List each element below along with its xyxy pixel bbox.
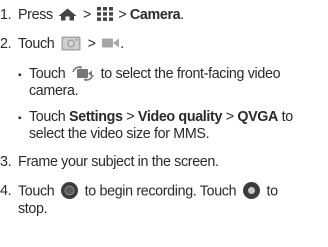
home-icon <box>58 8 77 21</box>
instructions-page: 1. Press > > Camera. 2. Touch > . ▪ Touc… <box>0 7 293 217</box>
step-text: Press <box>18 7 53 23</box>
apps-grid-icon <box>96 7 113 22</box>
stop-button-icon <box>242 182 260 199</box>
video-mode-icon <box>102 37 120 49</box>
camera-label: Camera <box>129 7 181 23</box>
camera-mode-icon <box>61 36 81 51</box>
step-number: 1. <box>0 7 12 23</box>
switch-camera-icon <box>72 65 94 81</box>
record-button-icon <box>61 182 79 199</box>
